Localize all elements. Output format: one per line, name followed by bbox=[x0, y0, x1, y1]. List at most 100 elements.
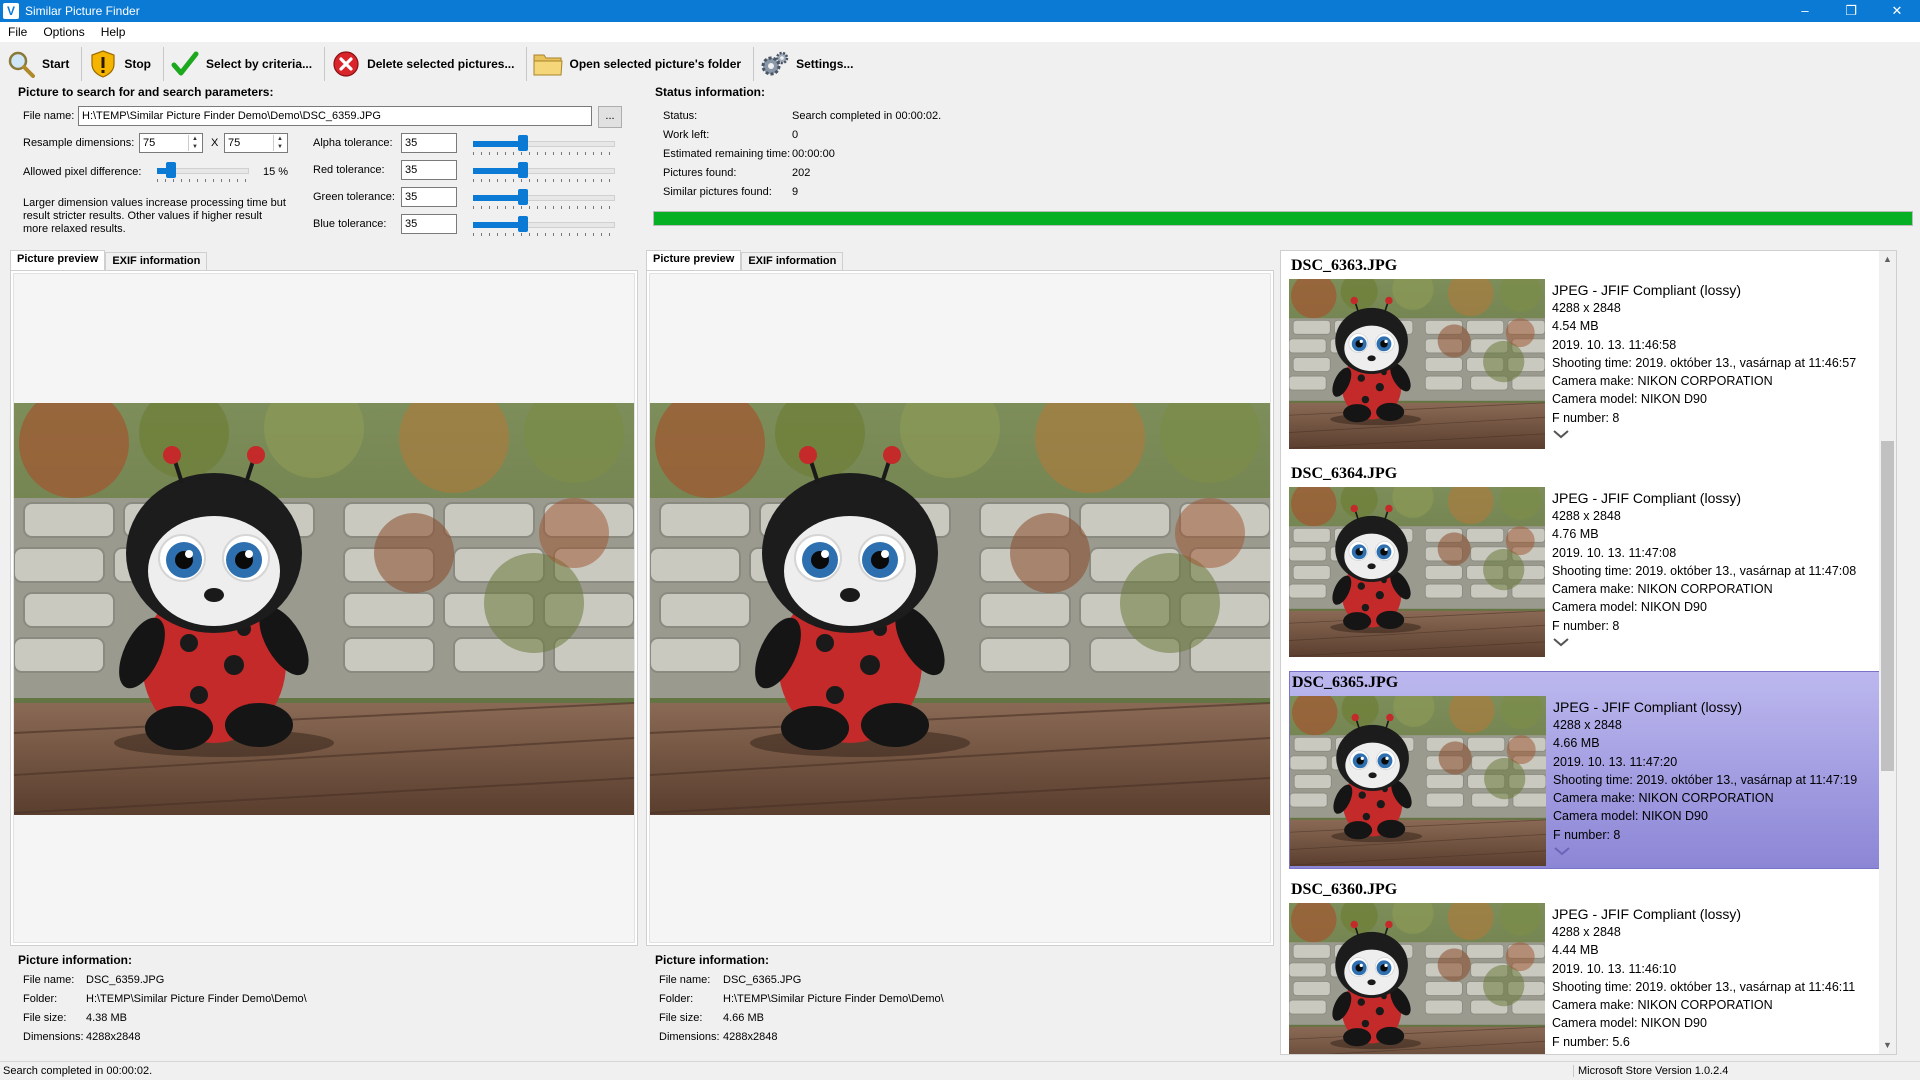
minimize-button[interactable]: – bbox=[1782, 0, 1828, 22]
alpha-tolerance-slider[interactable] bbox=[473, 134, 615, 155]
result-file-name: DSC_6365.JPG bbox=[1292, 674, 1399, 691]
result-thumbnail[interactable] bbox=[1289, 279, 1545, 449]
red-tolerance-input[interactable]: 35 bbox=[401, 160, 457, 180]
result-shooting-time: Shooting time: 2019. október 13., vasárn… bbox=[1553, 772, 1858, 787]
result-dimensions: 4288 x 2848 bbox=[1552, 925, 1621, 939]
left-preview-pane bbox=[10, 270, 638, 946]
result-f-number: F number: 8 bbox=[1552, 410, 1620, 425]
results-scrollbar[interactable]: ▲ ▼ bbox=[1879, 251, 1896, 1054]
shield-warning-icon bbox=[88, 49, 118, 79]
result-item[interactable]: DSC_6364.JPG JPEG - JFIF Compliant (loss… bbox=[1289, 463, 1883, 661]
close-button[interactable]: ✕ bbox=[1874, 0, 1920, 22]
result-size: 4.44 MB bbox=[1552, 943, 1599, 958]
folder-icon bbox=[533, 49, 564, 79]
right-preview-pane bbox=[646, 270, 1274, 946]
right-file-name-value: DSC_6365.JPG bbox=[723, 974, 802, 986]
right-tabs: Picture preview EXIF information bbox=[646, 250, 844, 270]
result-thumbnail[interactable] bbox=[1289, 487, 1545, 657]
resample-height-input[interactable]: 75 ▲ ▼ bbox=[224, 133, 288, 153]
remaining-time-label: Estimated remaining time: bbox=[663, 148, 791, 160]
start-button[interactable]: Start bbox=[4, 44, 77, 84]
left-info-title: Picture information: bbox=[18, 953, 133, 967]
result-camera-model: Camera model: NIKON D90 bbox=[1552, 1016, 1707, 1031]
result-file-name: DSC_6363.JPG bbox=[1291, 257, 1398, 274]
result-item[interactable]: DSC_6360.JPG JPEG - JFIF Compliant (loss… bbox=[1289, 879, 1883, 1054]
status-bar: Search completed in 00:00:02. Microsoft … bbox=[0, 1061, 1920, 1080]
chevron-down-icon[interactable] bbox=[1553, 846, 1571, 856]
left-folder-value: H:\TEMP\Similar Picture Finder Demo\Demo… bbox=[86, 993, 307, 1005]
results-list[interactable]: DSC_6363.JPG JPEG - JFIF Compliant (loss… bbox=[1280, 250, 1897, 1055]
scroll-up-icon[interactable]: ▲ bbox=[1879, 251, 1896, 268]
tab-exif-right[interactable]: EXIF information bbox=[741, 252, 844, 270]
right-size-value: 4.66 MB bbox=[723, 1012, 764, 1024]
result-f-number: F number: 5.6 bbox=[1552, 1034, 1630, 1049]
right-dim-label: Dimensions: bbox=[659, 1031, 720, 1043]
result-camera-make: Camera make: NIKON CORPORATION bbox=[1552, 582, 1773, 597]
result-f-number: F number: 8 bbox=[1553, 827, 1621, 842]
resample-height-spinner[interactable]: ▲ ▼ bbox=[273, 135, 286, 151]
alpha-tolerance-input[interactable]: 35 bbox=[401, 133, 457, 153]
restore-button[interactable]: ❐ bbox=[1828, 0, 1874, 22]
select-by-criteria-button[interactable]: Select by criteria... bbox=[168, 44, 320, 84]
remaining-time-value: 00:00:00 bbox=[792, 148, 835, 160]
menu-file[interactable]: File bbox=[0, 25, 35, 39]
pixel-diff-slider[interactable] bbox=[157, 161, 249, 182]
status-label: Status: bbox=[663, 110, 698, 122]
result-date: 2019. 10. 13. 11:46:58 bbox=[1552, 337, 1677, 352]
green-tolerance-slider[interactable] bbox=[473, 188, 615, 209]
checkmark-icon bbox=[170, 49, 200, 79]
right-size-label: File size: bbox=[659, 1012, 703, 1024]
result-size: 4.76 MB bbox=[1552, 527, 1599, 542]
result-size: 4.66 MB bbox=[1553, 736, 1600, 751]
pixel-diff-value: 15 % bbox=[263, 166, 289, 178]
delete-selected-button[interactable]: Delete selected pictures... bbox=[329, 44, 522, 84]
result-date: 2019. 10. 13. 11:47:08 bbox=[1552, 545, 1677, 560]
red-tolerance-slider[interactable] bbox=[473, 161, 615, 182]
chevron-down-icon[interactable] bbox=[1552, 429, 1570, 439]
left-file-name-label: File name: bbox=[23, 974, 75, 986]
result-item[interactable]: DSC_6363.JPG JPEG - JFIF Compliant (loss… bbox=[1289, 255, 1883, 453]
result-camera-make: Camera make: NIKON CORPORATION bbox=[1553, 791, 1774, 806]
toolbar: Start Stop Select by criteria... Delete … bbox=[0, 42, 1920, 86]
blue-tolerance-input[interactable]: 35 bbox=[401, 214, 457, 234]
tab-picture-preview-left[interactable]: Picture preview bbox=[10, 250, 106, 270]
resample-width-input[interactable]: 75 ▲ ▼ bbox=[139, 133, 203, 153]
red-tolerance-label: Red tolerance: bbox=[313, 164, 385, 176]
scroll-down-icon[interactable]: ▼ bbox=[1879, 1037, 1896, 1054]
result-camera-model: Camera model: NIKON D90 bbox=[1552, 600, 1707, 615]
result-file-name: DSC_6360.JPG bbox=[1291, 881, 1398, 898]
result-shooting-time: Shooting time: 2019. október 13., vasárn… bbox=[1552, 979, 1856, 994]
result-item-selected[interactable]: DSC_6365.JPG JPEG - JFIF Compliant (loss… bbox=[1289, 671, 1883, 869]
tab-picture-preview-right[interactable]: Picture preview bbox=[646, 250, 742, 270]
window-title: Similar Picture Finder bbox=[25, 4, 140, 18]
hint-text: Larger dimension values increase process… bbox=[23, 197, 286, 235]
status-value: Search completed in 00:00:02. bbox=[792, 110, 942, 122]
open-folder-button[interactable]: Open selected picture's folder bbox=[531, 44, 749, 84]
progress-fill bbox=[654, 212, 1912, 225]
result-dimensions: 4288 x 2848 bbox=[1553, 718, 1622, 732]
result-format: JPEG - JFIF Compliant (lossy) bbox=[1552, 906, 1742, 922]
menu-options[interactable]: Options bbox=[35, 25, 92, 39]
result-shooting-time: Shooting time: 2019. október 13., vasárn… bbox=[1552, 355, 1857, 370]
result-thumbnail[interactable] bbox=[1289, 903, 1545, 1054]
chevron-down-icon[interactable] bbox=[1552, 637, 1570, 647]
menu-help[interactable]: Help bbox=[93, 25, 134, 39]
green-tolerance-input[interactable]: 35 bbox=[401, 187, 457, 207]
stop-button[interactable]: Stop bbox=[86, 44, 159, 84]
statusbar-message: Search completed in 00:00:02. bbox=[3, 1065, 153, 1077]
blue-tolerance-slider[interactable] bbox=[473, 215, 615, 236]
browse-button[interactable]: ... bbox=[598, 106, 622, 128]
file-name-input[interactable]: H:\TEMP\Similar Picture Finder Demo\Demo… bbox=[78, 106, 592, 126]
pictures-found-label: Pictures found: bbox=[663, 167, 737, 179]
result-camera-make: Camera make: NIKON CORPORATION bbox=[1552, 374, 1773, 389]
result-thumbnail[interactable] bbox=[1290, 696, 1546, 866]
title-bar: V Similar Picture Finder – ❐ ✕ bbox=[0, 0, 1920, 22]
resample-width-spinner[interactable]: ▲ ▼ bbox=[188, 135, 201, 151]
similar-found-label: Similar pictures found: bbox=[663, 186, 772, 198]
magnifier-icon bbox=[6, 49, 36, 79]
work-left-value: 0 bbox=[792, 129, 799, 141]
tab-exif-left[interactable]: EXIF information bbox=[105, 252, 208, 270]
scrollbar-thumb[interactable] bbox=[1881, 441, 1894, 771]
menu-bar: File Options Help bbox=[0, 22, 1920, 42]
settings-button[interactable]: Settings... bbox=[758, 44, 861, 84]
